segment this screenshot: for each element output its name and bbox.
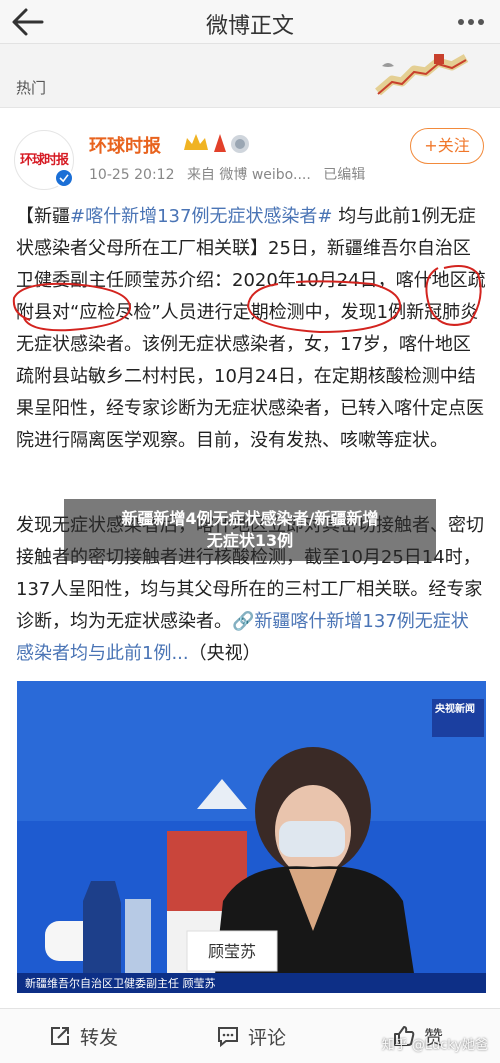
p2-source: （央视） <box>188 643 261 664</box>
comment-button[interactable]: 评论 <box>216 1021 306 1051</box>
comment-icon <box>218 1027 238 1048</box>
hot-banner: 热门 <box>0 44 500 108</box>
overlay-line-1: 新疆新增4例无症状感染者/新疆新增 <box>121 509 379 528</box>
comment-label: 评论 <box>248 1027 287 1049</box>
top-bar: 微博正文 <box>0 0 500 44</box>
more-icon[interactable] <box>456 10 486 34</box>
post-meta: 10-25 20:12 来自 微博 weibo.... 已编辑 <box>89 164 365 184</box>
edited-label: 已编辑 <box>323 167 366 183</box>
video-thumbnail[interactable]: 顾莹苏 新疆维吾尔自治区卫健委副主任 顾莹苏 央视新闻 <box>17 681 486 993</box>
caption-text: 新疆维吾尔自治区卫健委副主任 顾莹苏 <box>25 976 216 990</box>
verified-badge-icon <box>54 168 74 188</box>
great-wall-icon <box>375 54 469 96</box>
headline-overlay: 新疆新增4例无症状感染者/新疆新增 无症状13例 <box>64 499 436 561</box>
watermark: 知乎 @Lucky她爸 <box>381 1038 488 1053</box>
author-name[interactable]: 环球时报 <box>89 132 161 158</box>
cctv-news-logo: 央视新闻 <box>432 699 484 737</box>
weibo-post: 环球时报 环球时报 10-25 20:12 来自 微博 weibo.... 已编… <box>0 108 500 1008</box>
press-conference-image: 顾莹苏 新疆维吾尔自治区卫健委副主任 顾莹苏 <box>17 681 486 993</box>
p1-prefix: 【新疆 <box>16 206 70 227</box>
member-badges-icon <box>184 134 249 153</box>
red-annotation-circles <box>12 265 482 334</box>
action-bar: 转发 评论 赞 知乎 @Lucky她爸 <box>0 1008 500 1063</box>
post-source: 来自 微博 weibo.... <box>186 167 311 183</box>
overlay-line-2: 无症状13例 <box>206 531 294 550</box>
avatar-text: 环球时报 <box>20 153 69 168</box>
nameplate-text: 顾莹苏 <box>208 942 256 961</box>
hot-label: 热门 <box>16 79 47 97</box>
repost-button[interactable]: 转发 <box>48 1021 138 1051</box>
hashtag-link[interactable]: #喀什新增137例无症状感染者# <box>70 206 333 227</box>
post-time: 10-25 20:12 <box>89 167 175 183</box>
repost-icon <box>51 1027 69 1045</box>
repost-label: 转发 <box>80 1027 119 1049</box>
page-title: 微博正文 <box>205 14 294 39</box>
follow-button[interactable]: +关注 <box>410 128 484 164</box>
